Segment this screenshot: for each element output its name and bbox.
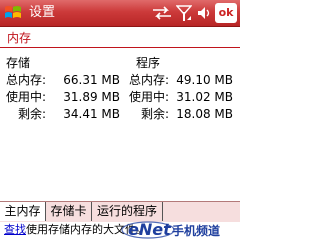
signal-strength-icon[interactable] — [176, 4, 192, 22]
storage-inuse-label: 使用中: — [6, 90, 47, 104]
storage-total-value: 66.31 MB — [63, 73, 120, 87]
tab-storage-card[interactable]: 存储卡 — [46, 202, 92, 221]
enet-watermark-logo: eNet 手机频道 — [121, 220, 220, 239]
program-total-value: 49.10 MB — [176, 73, 233, 87]
program-total-label: 总内存: — [129, 73, 170, 87]
program-inuse-label: 使用中: — [129, 90, 170, 104]
page-header: 内存 — [0, 27, 240, 49]
svg-text:手机频道: 手机频道 — [172, 223, 220, 238]
program-free-value: 18.08 MB — [176, 107, 233, 121]
header-divider — [0, 47, 240, 48]
program-heading: 程序 — [136, 56, 161, 70]
windows-start-icon[interactable] — [3, 3, 23, 23]
tab-main-memory[interactable]: 主内存 — [0, 202, 46, 221]
volume-icon[interactable] — [196, 5, 212, 21]
program-inuse-value: 31.02 MB — [176, 90, 233, 104]
svg-text:eNet: eNet — [128, 220, 172, 239]
storage-free-value: 34.41 MB — [63, 107, 120, 121]
title-bar: 设置 ok — [0, 0, 240, 27]
storage-inuse-value: 31.89 MB — [63, 90, 120, 104]
page-title: 内存 — [7, 31, 32, 45]
program-free-label: 剩余: — [141, 107, 170, 121]
ok-button[interactable]: ok — [215, 3, 237, 23]
storage-total-label: 总内存: — [6, 73, 47, 87]
window-title: 设置 — [29, 5, 56, 20]
sync-arrows-icon[interactable] — [151, 6, 173, 20]
storage-heading: 存储 — [6, 56, 31, 70]
storage-free-label: 剩余: — [18, 107, 47, 121]
find-link[interactable]: 查找 — [4, 223, 26, 236]
